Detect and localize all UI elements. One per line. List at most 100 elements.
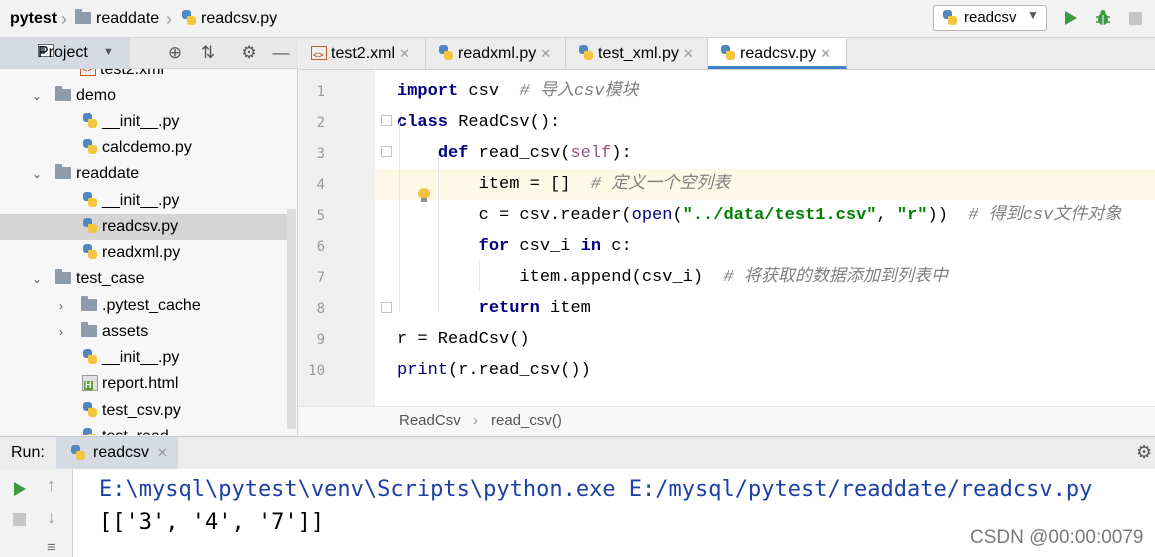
code-line: item = [] # 定义一个空列表 xyxy=(397,169,731,200)
line-number: 3 xyxy=(316,146,325,162)
code-editor[interactable]: 1 2 3 4 5 6 7 8 9 10 import csv # 导入csv模块 class Re… xyxy=(299,70,1155,406)
chevron-right-icon[interactable]: › xyxy=(55,319,67,345)
folder-icon xyxy=(55,164,71,179)
python-file-icon xyxy=(578,45,594,61)
run-configuration-label: readcsv xyxy=(964,9,1017,26)
chevron-right-icon: › xyxy=(166,9,172,29)
tree-folder[interactable]: ⌄ test_case xyxy=(0,266,288,292)
fold-marker-icon[interactable] xyxy=(381,302,392,313)
close-icon[interactable]: ✕ xyxy=(399,46,410,61)
breadcrumb-project[interactable]: pytest xyxy=(10,0,57,37)
tree-item[interactable]: __init__.py xyxy=(0,109,288,135)
code-line: r = ReadCsv() xyxy=(397,324,530,355)
console-output-line: [['3', '4', '7']] xyxy=(99,510,325,535)
code-token: ReadCsv(): xyxy=(448,113,561,132)
tree-item[interactable]: readxml.py xyxy=(0,240,288,266)
lightbulb-icon[interactable] xyxy=(418,188,430,202)
run-tab-label: readcsv xyxy=(93,444,150,461)
minimize-icon[interactable]: — xyxy=(271,43,291,63)
gear-icon[interactable]: ⚙ xyxy=(1136,442,1152,463)
breadcrumb-file-label: readcsv.py xyxy=(201,10,278,27)
tree-item[interactable]: report.html xyxy=(0,371,288,397)
close-icon[interactable]: ✕ xyxy=(683,46,694,61)
code-token: csv_i xyxy=(509,237,581,256)
tree-folder[interactable]: ⌄ demo xyxy=(0,83,288,109)
code-token: "../data/test1.csv" xyxy=(682,206,877,225)
editor-breadcrumb: ReadCsv › read_csv() xyxy=(299,406,1155,436)
tree-item-label: assets xyxy=(102,323,149,340)
tab-readcsv-py[interactable]: readcsv.py ✕ xyxy=(708,38,847,69)
close-icon[interactable]: ✕ xyxy=(820,46,831,61)
code-line: class ReadCsv(): xyxy=(397,107,560,138)
chevron-right-icon: › xyxy=(473,412,478,429)
xml-file-icon xyxy=(80,69,96,82)
rerun-icon[interactable] xyxy=(14,482,26,496)
tree-folder[interactable]: ⌄ readdate xyxy=(0,161,288,187)
line-number: 7 xyxy=(316,270,325,286)
tab-readxml-py[interactable]: readxml.py ✕ xyxy=(426,38,566,69)
tree-folder[interactable]: › assets xyxy=(0,319,288,345)
tree-item-selected[interactable]: readcsv.py xyxy=(0,214,288,240)
run-toolbar: ↑ ↓ ≡ xyxy=(0,469,73,557)
wrap-icon[interactable]: ≡ xyxy=(47,539,56,556)
bug-icon[interactable] xyxy=(1095,9,1111,27)
tab-test2-xml[interactable]: test2.xml✕ xyxy=(299,38,426,71)
gear-icon[interactable]: ⚙ xyxy=(239,43,259,63)
python-file-icon xyxy=(82,349,98,365)
folder-icon xyxy=(81,322,97,337)
tree-scrollbar[interactable] xyxy=(287,209,296,429)
code-token: ): xyxy=(611,144,632,163)
tree-item-label: demo xyxy=(76,87,117,104)
play-icon[interactable] xyxy=(1065,11,1077,25)
tree-item[interactable]: __init__.py xyxy=(0,345,288,371)
breadcrumb-class[interactable]: ReadCsv xyxy=(399,412,461,429)
collapse-all-icon[interactable]: ⇅ xyxy=(198,43,218,63)
breadcrumb-folder-label: readdate xyxy=(96,10,160,27)
chevron-right-icon[interactable]: › xyxy=(55,293,67,319)
line-number: 10 xyxy=(308,363,325,379)
code-token: # 定义一个空列表 xyxy=(590,175,731,194)
code-token: csv xyxy=(458,82,520,101)
close-icon[interactable]: ✕ xyxy=(157,445,168,461)
breadcrumb-method[interactable]: read_csv() xyxy=(491,412,562,429)
tree-item[interactable]: calcdemo.py xyxy=(0,135,288,161)
breadcrumb-file[interactable]: readcsv.py xyxy=(181,0,277,37)
code-token: c = csv.reader( xyxy=(397,206,632,225)
run-tab-readcsv[interactable]: readcsv ✕ xyxy=(56,437,178,469)
console-command-line: E:\mysql\pytest\venv\Scripts\python.exe … xyxy=(99,477,1093,502)
code-token: )) xyxy=(927,206,969,225)
tree-item-label: test_case xyxy=(76,270,145,287)
project-view-selector[interactable]: Project ▼ xyxy=(0,38,130,68)
target-icon[interactable]: ⊕ xyxy=(165,43,185,63)
tree-item-label: test_csv.py xyxy=(102,402,181,419)
line-number: 5 xyxy=(316,208,325,224)
stop-icon[interactable] xyxy=(1129,12,1142,25)
breadcrumb-folder[interactable]: readdate xyxy=(75,0,159,37)
code-token: # 将获取的数据添加到列表中 xyxy=(723,268,948,287)
close-icon[interactable]: ✕ xyxy=(540,46,551,61)
arrow-down-icon[interactable]: ↓ xyxy=(47,507,56,528)
code-token: item xyxy=(539,299,591,318)
chevron-down-icon[interactable]: ⌄ xyxy=(31,161,43,187)
tree-item-label: __init__.py xyxy=(102,113,180,130)
tree-item[interactable]: test_csv.py xyxy=(0,398,288,424)
fold-marker-icon[interactable] xyxy=(381,115,392,126)
tab-test-xml-py[interactable]: test_xml.py ✕ xyxy=(566,38,708,69)
arrow-up-icon[interactable]: ↑ xyxy=(47,475,56,496)
stop-icon[interactable] xyxy=(13,513,26,526)
chevron-down-icon[interactable]: ⌄ xyxy=(31,83,43,109)
run-configuration-select[interactable]: readcsv ▼ xyxy=(933,5,1047,31)
chevron-down-icon: ▼ xyxy=(1027,8,1039,22)
fold-marker-icon[interactable] xyxy=(381,146,392,157)
tree-item[interactable]: __init__.py xyxy=(0,188,288,214)
tree-item[interactable]: test_read xyxy=(0,424,288,435)
editor-gutter[interactable]: 1 2 3 4 5 6 7 8 9 10 xyxy=(299,70,375,406)
line-number: 6 xyxy=(316,239,325,255)
chevron-down-icon[interactable]: ⌄ xyxy=(31,266,43,292)
tree-item[interactable]: test2.xml xyxy=(0,69,288,83)
python-file-icon xyxy=(82,139,98,155)
tab-label: readxml.py xyxy=(458,45,537,62)
code-token: ( xyxy=(672,206,683,225)
tree-folder[interactable]: › .pytest_cache xyxy=(0,293,288,319)
